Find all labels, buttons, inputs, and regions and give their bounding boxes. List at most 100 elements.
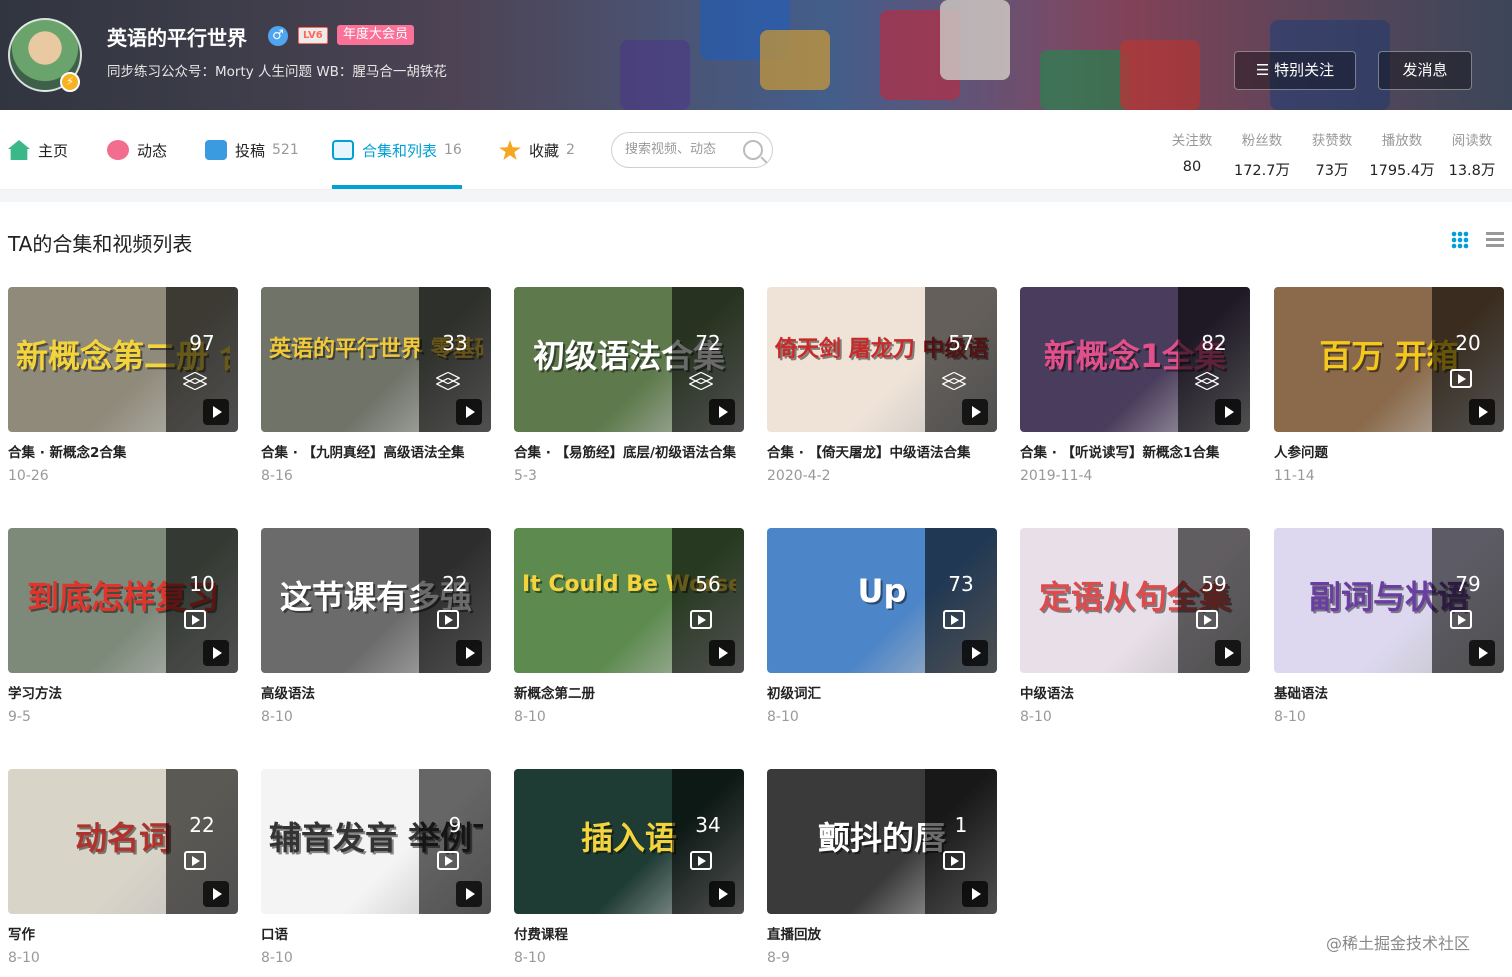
collection-card[interactable]: 这节课有多强 22 高级语法 8-10 <box>261 528 491 725</box>
collection-card[interactable]: 英语的平行世界 零基础语法合集33 合集 · 【九阴真经】高级语法全集 8-16 <box>261 287 491 484</box>
search-input[interactable]: 搜索视频、动态 <box>611 132 773 168</box>
collection-card[interactable]: It Could Be Worse 56 新概念第二册 8-10 <box>514 528 744 725</box>
collection-card[interactable]: 颤抖的唇 1 直播回放 8-9 <box>767 769 997 966</box>
card-title[interactable]: 合集 · 【易筋经】底层/初级语法合集 <box>514 442 744 464</box>
collection-card[interactable]: 动名词 22 写作 8-10 <box>8 769 238 966</box>
card-thumbnail[interactable]: Up 73 <box>767 528 997 673</box>
tab-collections-count: 16 <box>444 142 462 158</box>
card-title[interactable]: 合集 · 【九阴真经】高级语法全集 <box>261 442 491 464</box>
collection-card[interactable]: 到底怎样复习 10 学习方法 9-5 <box>8 528 238 725</box>
play-icon[interactable] <box>709 640 735 666</box>
play-icon[interactable] <box>203 640 229 666</box>
collection-card[interactable]: 辅音发音 举例下 9 口语 8-10 <box>261 769 491 966</box>
card-title[interactable]: 写作 <box>8 924 238 946</box>
card-title[interactable]: 学习方法 <box>8 683 238 705</box>
user-signature: 同步练习公众号：Morty 人生问题 WB：腥马合一胡铁花 <box>107 64 447 80</box>
card-date: 2019-11-4 <box>1020 468 1093 484</box>
video-count: 56 <box>695 572 721 596</box>
card-thumbnail[interactable]: 副词与状语 79 <box>1274 528 1504 673</box>
card-thumbnail[interactable]: 英语的平行世界 零基础语法合集33 <box>261 287 491 432</box>
card-thumbnail[interactable]: 辅音发音 举例下 9 <box>261 769 491 914</box>
tab-collections[interactable]: 合集和列表 16 <box>332 138 462 162</box>
card-thumbnail[interactable]: 初级语法合集 72 <box>514 287 744 432</box>
card-title[interactable]: 口语 <box>261 924 491 946</box>
card-date: 9-5 <box>8 709 31 725</box>
collection-card[interactable]: 倚天剑 屠龙刀 中级语法合集57 合集 · 【倚天屠龙】中级语法合集 2020-4-… <box>767 287 997 484</box>
card-thumbnail[interactable]: 插入语 34 <box>514 769 744 914</box>
list-view-icon[interactable] <box>1486 232 1504 248</box>
play-icon[interactable] <box>456 640 482 666</box>
section-divider <box>0 190 1512 202</box>
collection-card[interactable]: 初级语法合集 72 合集 · 【易筋经】底层/初级语法合集 5-3 <box>514 287 744 484</box>
card-title[interactable]: 新概念第二册 <box>514 683 744 705</box>
tv-icon <box>205 140 227 160</box>
card-date: 8-9 <box>767 950 790 966</box>
tab-favorites[interactable]: 收藏 2 <box>499 138 575 162</box>
card-thumbnail[interactable]: 动名词 22 <box>8 769 238 914</box>
playlist-icon <box>184 610 206 629</box>
play-icon[interactable] <box>709 881 735 907</box>
card-title[interactable]: 合集 · 【倚天屠龙】中级语法合集 <box>767 442 997 464</box>
video-count: 79 <box>1455 572 1481 596</box>
play-icon[interactable] <box>456 399 482 425</box>
card-title[interactable]: 合集 · 【听说读写】新概念1合集 <box>1020 442 1250 464</box>
collection-card[interactable]: Up 73 初级词汇 8-10 <box>767 528 997 725</box>
card-date: 8-10 <box>514 950 546 966</box>
card-title[interactable]: 付费课程 <box>514 924 744 946</box>
card-title[interactable]: 合集 · 新概念2合集 <box>8 442 238 464</box>
card-thumbnail[interactable]: 到底怎样复习 10 <box>8 528 238 673</box>
play-icon[interactable] <box>456 881 482 907</box>
play-icon[interactable] <box>1215 640 1241 666</box>
card-thumbnail[interactable]: 新概念第二册 合集97 <box>8 287 238 432</box>
grid-view-icon[interactable] <box>1451 231 1469 249</box>
stat-following[interactable]: 关注数 80 <box>1157 129 1227 175</box>
play-icon[interactable] <box>1469 399 1495 425</box>
special-follow-button[interactable]: ☰ 特别关注 <box>1234 51 1356 90</box>
card-title[interactable]: 高级语法 <box>261 683 491 705</box>
card-title[interactable]: 初级词汇 <box>767 683 997 705</box>
send-message-button[interactable]: 发消息 <box>1378 51 1472 90</box>
stat-fans[interactable]: 粉丝数 172.7万 <box>1227 129 1297 180</box>
card-title[interactable]: 中级语法 <box>1020 683 1250 705</box>
play-icon[interactable] <box>1215 399 1241 425</box>
collection-card[interactable]: 定语从句全集 59 中级语法 8-10 <box>1020 528 1250 725</box>
vip-badge[interactable]: 年度大会员 <box>337 25 415 45</box>
page-title: TA的合集和视频列表 <box>8 232 193 256</box>
tab-videos[interactable]: 投稿 521 <box>205 138 299 162</box>
card-thumbnail[interactable]: 倚天剑 屠龙刀 中级语法合集57 <box>767 287 997 432</box>
playlist-icon <box>437 851 459 870</box>
collection-card[interactable]: 新概念1全集 82 合集 · 【听说读写】新概念1合集 2019-11-4 <box>1020 287 1250 484</box>
play-icon[interactable] <box>962 640 988 666</box>
play-icon[interactable] <box>203 399 229 425</box>
tab-dynamic[interactable]: 动态 <box>107 138 167 162</box>
card-thumbnail[interactable]: It Could Be Worse 56 <box>514 528 744 673</box>
card-date: 8-10 <box>261 950 293 966</box>
play-icon[interactable] <box>962 399 988 425</box>
card-date: 8-10 <box>767 709 799 725</box>
card-thumbnail[interactable]: 新概念1全集 82 <box>1020 287 1250 432</box>
search-icon[interactable] <box>743 140 763 160</box>
collection-card[interactable]: 插入语 34 付费课程 8-10 <box>514 769 744 966</box>
card-date: 8-10 <box>1274 709 1306 725</box>
card-thumbnail[interactable]: 颤抖的唇 1 <box>767 769 997 914</box>
card-thumbnail[interactable]: 定语从句全集 59 <box>1020 528 1250 673</box>
card-thumbnail[interactable]: 这节课有多强 22 <box>261 528 491 673</box>
card-thumbnail[interactable]: 百万 开箱 20 <box>1274 287 1504 432</box>
playlist-icon <box>690 610 712 629</box>
play-icon[interactable] <box>1469 640 1495 666</box>
tab-home[interactable]: 主页 <box>8 138 68 162</box>
card-title[interactable]: 直播回放 <box>767 924 997 946</box>
play-icon[interactable] <box>962 881 988 907</box>
play-icon[interactable] <box>203 881 229 907</box>
collection-card[interactable]: 副词与状语 79 基础语法 8-10 <box>1274 528 1504 725</box>
search-placeholder: 搜索视频、动态 <box>625 142 717 157</box>
level-badge[interactable]: LV6 <box>298 27 328 44</box>
collection-card[interactable]: 百万 开箱 20 人参问题 11-14 <box>1274 287 1504 484</box>
collection-card[interactable]: 新概念第二册 合集97 合集 · 新概念2合集 10-26 <box>8 287 238 484</box>
card-title[interactable]: 人参问题 <box>1274 442 1504 464</box>
video-count: 82 <box>1201 331 1227 355</box>
video-count: 10 <box>189 572 215 596</box>
play-icon[interactable] <box>709 399 735 425</box>
card-title[interactable]: 基础语法 <box>1274 683 1504 705</box>
video-count: 9 <box>448 813 462 837</box>
